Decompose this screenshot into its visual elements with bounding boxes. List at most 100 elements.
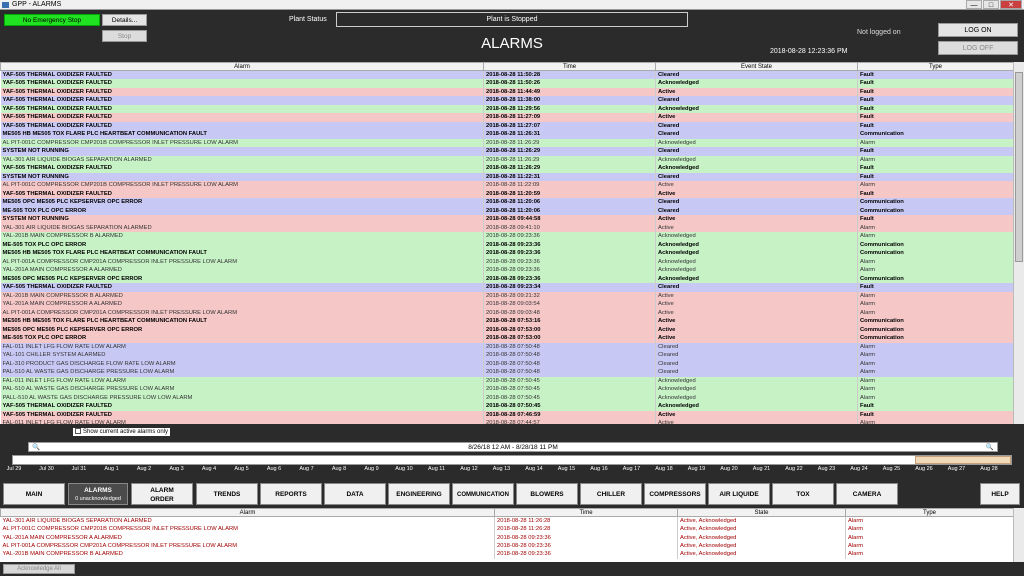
show-active-checkbox[interactable]: Show current active alarms only — [73, 428, 171, 436]
plant-status-value: Plant is Stopped — [336, 12, 688, 27]
cell-state: Acknowledged — [655, 240, 858, 249]
table-row[interactable]: YAF-505 THERMAL OXIDIZER FAULTED 2018-08-… — [0, 164, 1014, 173]
table-row[interactable]: YAF-505 THERMAL OXIDIZER FAULTED 2018-08-… — [0, 87, 1014, 96]
timeline-tick: Jul 29 — [6, 466, 22, 472]
details-button[interactable]: Details... — [102, 14, 147, 26]
table-row[interactable]: YAF-505 THERMAL OXIDIZER FAULTED 2018-08-… — [0, 402, 1014, 411]
table-row[interactable]: AL PIT-001A COMPRESSOR CMP201A COMPRESSO… — [0, 308, 1014, 317]
table-row[interactable]: SYSTEM NOT RUNNING 2018-08-28 11:26:29 Cle… — [0, 147, 1014, 156]
table-row[interactable]: YAL-201B MAIN COMPRESSOR B ALARMED 2018-0… — [0, 232, 1014, 241]
timeline-tick: Aug 24 — [850, 466, 868, 472]
table-row[interactable]: YAF-505 THERMAL OXIDIZER FAULTED 2018-08-… — [0, 121, 1014, 130]
recent-header-type[interactable]: Type — [845, 508, 1014, 517]
column-header-alarm[interactable]: Alarm — [0, 62, 484, 71]
time-range-bar[interactable]: 🔍 8/26/18 12 AM - 8/28/18 11 PM 🔍 — [28, 442, 998, 452]
scrollbar-thumb[interactable] — [1015, 72, 1023, 262]
nav-blowers[interactable]: BLOWERS — [516, 483, 578, 505]
minimize-button[interactable]: — — [966, 0, 982, 9]
table-row[interactable]: YAL-301 AIR LIQUIDE BIOGAS SEPARATION AL… — [0, 155, 1014, 164]
table-row[interactable]: ME505 OPC ME505 PLC KEPSERVER OPC ERROR 2… — [0, 274, 1014, 283]
table-row[interactable]: ME-505 TOX PLC OPC ERROR 2018-08-28 11:20… — [0, 206, 1014, 215]
table-row[interactable]: AL PIT-001A COMPRESSOR CMP201A COMPRESSO… — [0, 257, 1014, 266]
table-row[interactable]: YAL-201A MAIN COMPRESSOR A ALARMED 2018-0… — [0, 266, 1014, 275]
cell-state: Active, Acknowledged — [677, 533, 846, 542]
table-row[interactable]: YAF-505 THERMAL OXIDIZER FAULTED 2018-08-… — [0, 410, 1014, 419]
acknowledge-all-button[interactable]: Acknowledge All — [3, 564, 75, 574]
table-row[interactable]: SYSTEM NOT RUNNING 2018-08-28 11:22:31 Cle… — [0, 172, 1014, 181]
log-on-button[interactable]: LOG ON — [938, 23, 1018, 37]
recent-row[interactable]: AL PIT-001A COMPRESSOR CMP201A COMPRESSO… — [0, 541, 1014, 551]
nav-main[interactable]: MAIN — [3, 483, 65, 505]
table-row[interactable]: ME-505 TOX PLC OPC ERROR 2018-08-28 09:23… — [0, 240, 1014, 249]
table-row[interactable]: ME505 HB ME505 TOX FLARE PLC HEARTBEAT C… — [0, 317, 1014, 326]
cell-alarm: YAL-201B MAIN COMPRESSOR B ALARMED — [0, 550, 495, 559]
nav-air-liquide[interactable]: AIR LIQUIDE — [708, 483, 770, 505]
nav-communication[interactable]: COMMUNICATION — [452, 483, 514, 505]
table-row[interactable]: ME-505 TOX PLC OPC ERROR 2018-08-28 07:53… — [0, 334, 1014, 343]
table-row[interactable]: AL PIT-001C COMPRESSOR CMP201B COMPRESSO… — [0, 181, 1014, 190]
table-row[interactable]: YAF-505 THERMAL OXIDIZER FAULTED 2018-08-… — [0, 70, 1014, 79]
table-row[interactable]: PAL-510 AL WASTE GAS DISCHARGE PRESSURE … — [0, 385, 1014, 394]
nav-tox[interactable]: TOX — [772, 483, 834, 505]
nav-compressors[interactable]: COMPRESSORS — [644, 483, 706, 505]
nav-camera[interactable]: CAMERA — [836, 483, 898, 505]
cell-alarm: AL PIT-001C COMPRESSOR CMP201B COMPRESSO… — [0, 525, 495, 534]
cell-time: 2018-08-28 07:50:45 — [483, 393, 656, 402]
recent-alarms-scrollbar[interactable] — [1013, 508, 1024, 562]
recent-row[interactable]: AL PIT-001C COMPRESSOR CMP201B COMPRESSO… — [0, 525, 1014, 534]
table-row[interactable]: YAF-505 THERMAL OXIDIZER FAULTED 2018-08-… — [0, 104, 1014, 113]
zoom-out-icon[interactable]: 🔍 — [32, 443, 40, 452]
table-row[interactable]: YAL-201A MAIN COMPRESSOR A ALARMED 2018-0… — [0, 300, 1014, 309]
table-row[interactable]: FAL-011 INLET LFG FLOW RATE LOW ALARM 201… — [0, 419, 1014, 424]
column-header-time[interactable]: Time — [483, 62, 656, 71]
nav-chiller[interactable]: CHILLER — [580, 483, 642, 505]
table-row[interactable]: YAF-505 THERMAL OXIDIZER FAULTED 2018-08-… — [0, 189, 1014, 198]
timeline-selection[interactable] — [915, 456, 1011, 464]
table-row[interactable]: YAF-505 THERMAL OXIDIZER FAULTED 2018-08-… — [0, 113, 1014, 122]
table-row[interactable]: ME505 HB ME505 TOX FLARE PLC HEARTBEAT C… — [0, 249, 1014, 258]
timeline-tick: Aug 18 — [655, 466, 673, 472]
nav-alarm-order[interactable]: ALARM ORDER — [131, 483, 193, 505]
recent-row[interactable]: YAL-301 AIR LIQUIDE BIOGAS SEPARATION AL… — [0, 516, 1014, 525]
table-row[interactable]: PALL-510 AL WASTE GAS DISCHARGE PRESSURE… — [0, 393, 1014, 402]
table-row[interactable]: FAL-011 INLET LFG FLOW RATE LOW ALARM 201… — [0, 342, 1014, 351]
nav-help[interactable]: HELP — [980, 483, 1020, 505]
close-button[interactable]: ✕ — [1000, 0, 1022, 9]
column-header-type[interactable]: Type — [857, 62, 1014, 71]
table-row[interactable]: ME505 OPC ME505 PLC KEPSERVER OPC ERROR 2… — [0, 198, 1014, 207]
checkbox-icon[interactable] — [75, 428, 81, 435]
nav-reports[interactable]: REPORTS — [260, 483, 322, 505]
alarm-table-scrollbar[interactable] — [1013, 62, 1024, 424]
table-row[interactable]: ME505 OPC ME505 PLC KEPSERVER OPC ERROR 2… — [0, 325, 1014, 334]
cell-time: 2018-08-28 11:26:29 — [483, 147, 656, 156]
nav-engineering[interactable]: ENGINEERING — [388, 483, 450, 505]
recent-row[interactable]: YAL-201B MAIN COMPRESSOR B ALARMED 2018-0… — [0, 550, 1014, 559]
zoom-in-icon[interactable]: 🔍 — [986, 443, 994, 452]
table-row[interactable]: ME505 HB ME505 TOX FLARE PLC HEARTBEAT C… — [0, 130, 1014, 139]
table-row[interactable]: YAL-101 CHILLER SYSTEM ALARMED 2018-08-28… — [0, 351, 1014, 360]
column-header-event-state[interactable]: Event State — [655, 62, 858, 71]
cell-alarm: ME505 OPC ME505 PLC KEPSERVER OPC ERROR — [0, 325, 484, 334]
recent-header-alarm[interactable]: Alarm — [0, 508, 495, 517]
table-row[interactable]: YAF-505 THERMAL OXIDIZER FAULTED 2018-08-… — [0, 79, 1014, 88]
timeline-slider[interactable] — [12, 455, 1012, 465]
table-row[interactable]: FAL-011 INLET LFG FLOW RATE LOW ALARM 201… — [0, 376, 1014, 385]
table-row[interactable]: YAL-201B MAIN COMPRESSOR B ALARMED 2018-0… — [0, 291, 1014, 300]
maximize-button[interactable]: □ — [983, 0, 999, 9]
cell-time: 2018-08-28 07:50:48 — [483, 368, 656, 377]
table-row[interactable]: YAF-505 THERMAL OXIDIZER FAULTED 2018-08-… — [0, 283, 1014, 292]
table-row[interactable]: PAL-510 AL WASTE GAS DISCHARGE PRESSURE … — [0, 368, 1014, 377]
recent-header-state[interactable]: State — [677, 508, 846, 517]
recent-row[interactable]: YAL-201A MAIN COMPRESSOR A ALARMED 2018-0… — [0, 533, 1014, 542]
table-row[interactable]: YAL-301 AIR LIQUIDE BIOGAS SEPARATION AL… — [0, 223, 1014, 232]
timeline-tick: Aug 22 — [785, 466, 803, 472]
table-row[interactable]: FAL-310 PRODUCT GAS DISCHARGE FLOW RATE … — [0, 359, 1014, 368]
nav-alarms[interactable]: ALARMS 0 unacknowledged — [68, 483, 128, 505]
table-row[interactable]: SYSTEM NOT RUNNING 2018-08-28 09:44:58 Act… — [0, 215, 1014, 224]
recent-header-time[interactable]: Time — [494, 508, 678, 517]
table-row[interactable]: YAF-505 THERMAL OXIDIZER FAULTED 2018-08-… — [0, 96, 1014, 105]
log-off-button[interactable]: LOG OFF — [938, 41, 1018, 55]
nav-data[interactable]: DATA — [324, 483, 386, 505]
table-row[interactable]: AL PIT-001C COMPRESSOR CMP201B COMPRESSO… — [0, 138, 1014, 147]
nav-trends[interactable]: TRENDS — [196, 483, 258, 505]
